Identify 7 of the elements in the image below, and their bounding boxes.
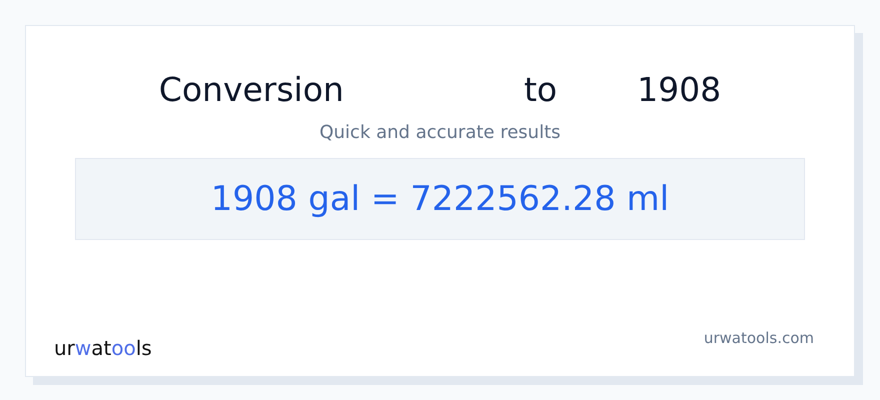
heading-text: Conversion bbox=[158, 70, 344, 108]
heading-text: 1908 bbox=[637, 70, 722, 108]
logo: urwatools bbox=[54, 336, 152, 360]
site-link[interactable]: urwatools.com bbox=[704, 329, 814, 347]
result-text: 1908 gal = 7222562.28 ml bbox=[210, 179, 670, 219]
subtitle: Quick and accurate results bbox=[318, 122, 562, 143]
heading-text: to bbox=[524, 70, 558, 108]
